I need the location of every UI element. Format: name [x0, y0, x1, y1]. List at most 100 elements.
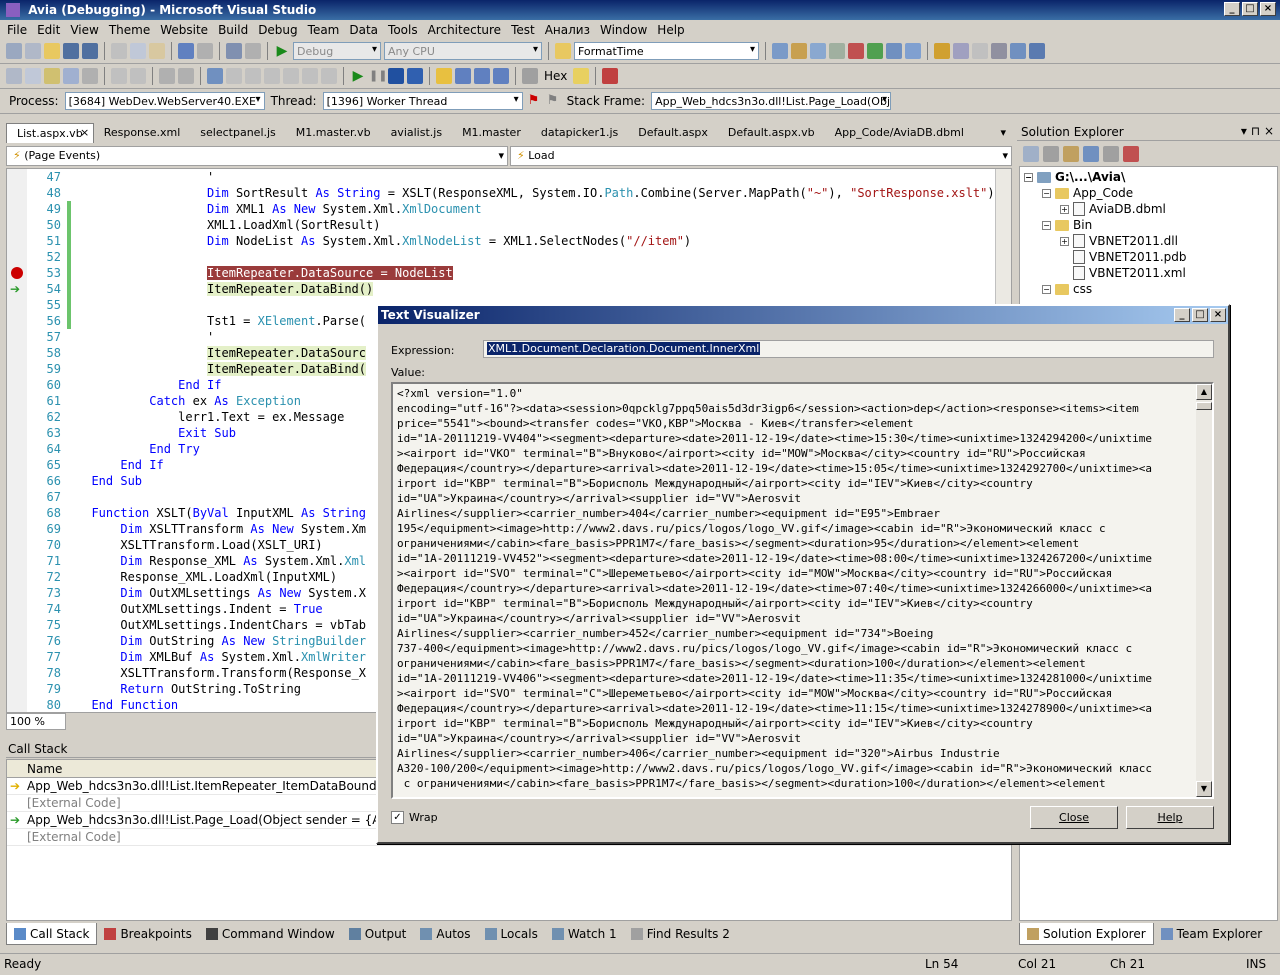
- tool-tab[interactable]: Breakpoints: [97, 923, 198, 945]
- undo-icon[interactable]: [178, 43, 194, 59]
- paste-icon[interactable]: [149, 43, 165, 59]
- menu-item-9[interactable]: Tools: [383, 20, 423, 39]
- close-pane-icon[interactable]: ▾ ⊓ ×: [1241, 124, 1274, 138]
- collapse-icon[interactable]: −: [1042, 220, 1051, 230]
- se-tab[interactable]: Solution Explorer: [1019, 923, 1154, 945]
- menu-item-3[interactable]: Theme: [104, 20, 155, 39]
- se-tab[interactable]: Team Explorer: [1154, 923, 1270, 945]
- solution-explorer-icon[interactable]: [791, 43, 807, 59]
- tree-node[interactable]: VBNET2011.pdb: [1020, 249, 1277, 265]
- tree-node[interactable]: − App_Code: [1020, 185, 1277, 201]
- pin-icon[interactable]: [972, 43, 988, 59]
- compare-icon[interactable]: [1010, 43, 1026, 59]
- stop-debugging-icon[interactable]: [388, 68, 404, 84]
- copy-website-icon[interactable]: [1103, 146, 1119, 162]
- class-dropdown[interactable]: ⚡ (Page Events): [6, 146, 508, 166]
- find-icon[interactable]: [555, 43, 571, 59]
- tool-tab[interactable]: Locals: [478, 923, 545, 945]
- platform-combo[interactable]: Any CPU: [384, 42, 542, 60]
- edit-icon[interactable]: [25, 68, 41, 84]
- value-textarea[interactable]: <?xml version="1.0" encoding="utf-16"?><d…: [391, 382, 1214, 799]
- tool-tab[interactable]: Watch 1: [545, 923, 624, 945]
- prev-bookmark-icon[interactable]: [226, 68, 242, 84]
- expand-icon[interactable]: +: [1060, 236, 1069, 246]
- scroll-down-icon[interactable]: ▼: [1196, 781, 1212, 797]
- close-window-button[interactable]: ×: [1260, 2, 1276, 16]
- expand-icon[interactable]: +: [1060, 204, 1069, 214]
- save-all-icon[interactable]: [82, 43, 98, 59]
- outdent-icon[interactable]: [111, 68, 127, 84]
- menu-item-5[interactable]: Build: [213, 20, 253, 39]
- doc-tab[interactable]: datapicker1.js: [531, 123, 628, 143]
- navigate-backward-icon[interactable]: [226, 43, 242, 59]
- solution-config-combo[interactable]: Debug: [293, 42, 381, 60]
- redo-icon[interactable]: [197, 43, 213, 59]
- indicator-margin[interactable]: ➔: [7, 169, 27, 712]
- asp-config-icon[interactable]: [1123, 146, 1139, 162]
- tree-node[interactable]: + AviaDB.dbml: [1020, 201, 1277, 217]
- prev-bookmark-folder-icon[interactable]: [264, 68, 280, 84]
- indent-icon[interactable]: [130, 68, 146, 84]
- scroll-thumb[interactable]: [1196, 402, 1212, 410]
- clear-bookmarks-icon[interactable]: [302, 68, 318, 84]
- menu-item-13[interactable]: Window: [595, 20, 652, 39]
- menu-item-11[interactable]: Test: [506, 20, 540, 39]
- menu-item-6[interactable]: Debug: [253, 20, 302, 39]
- doc-tab[interactable]: selectpanel.js: [190, 123, 286, 143]
- close-button[interactable]: Close: [1030, 806, 1118, 829]
- step-out-icon[interactable]: [493, 68, 509, 84]
- menu-item-10[interactable]: Architecture: [423, 20, 506, 39]
- next-bookmark-icon[interactable]: [245, 68, 261, 84]
- find-in-files-icon[interactable]: [772, 43, 788, 59]
- tree-node[interactable]: + VBNET2011.dll: [1020, 233, 1277, 249]
- thread-combo[interactable]: [1396] Worker Thread: [322, 92, 523, 110]
- doc-tab[interactable]: Default.aspx.vb: [718, 123, 825, 143]
- collapse-icon[interactable]: −: [1042, 188, 1051, 198]
- tool-tab[interactable]: Autos: [413, 923, 477, 945]
- immediate-window-icon[interactable]: [905, 43, 921, 59]
- tool-tab[interactable]: Find Results 2: [624, 923, 737, 945]
- doc-tab[interactable]: M1.master: [452, 123, 531, 143]
- step-over-icon[interactable]: [474, 68, 490, 84]
- comment-icon[interactable]: [159, 68, 175, 84]
- dialog-maximize-button[interactable]: □: [1192, 308, 1208, 322]
- tool-tab[interactable]: Call Stack: [6, 923, 98, 945]
- maximize-button[interactable]: □: [1242, 2, 1258, 16]
- menu-item-2[interactable]: View: [65, 20, 103, 39]
- new-project-icon[interactable]: [6, 43, 22, 59]
- library-icon[interactable]: [934, 43, 950, 59]
- collapse-icon[interactable]: −: [1042, 284, 1051, 294]
- member-dropdown[interactable]: ⚡ Load: [510, 146, 1012, 166]
- breakpoints-window-icon[interactable]: [602, 68, 619, 84]
- tool-tab[interactable]: Output: [342, 923, 414, 945]
- stack-frame-combo[interactable]: App_Web_hdcs3n3o.dll!List.Page_Load(Obje…: [651, 92, 892, 110]
- process-combo[interactable]: [3684] WebDev.WebServer40.EXE: [64, 92, 265, 110]
- break-all-icon[interactable]: ❚❚: [369, 68, 387, 84]
- wrap-check-icon[interactable]: ✓: [391, 811, 404, 824]
- wand-icon[interactable]: [44, 68, 60, 84]
- breakpoint-icon[interactable]: [11, 267, 23, 279]
- help-button[interactable]: Help: [1126, 806, 1214, 829]
- menu-item-1[interactable]: Edit: [32, 20, 65, 39]
- font-icon[interactable]: [63, 68, 79, 84]
- tab-list-icon[interactable]: ▾: [1000, 126, 1006, 139]
- open-file-icon[interactable]: [44, 43, 60, 59]
- uncomment-icon[interactable]: [178, 68, 194, 84]
- tree-node[interactable]: − Bin: [1020, 217, 1277, 233]
- flag-threads-icon[interactable]: ⚑: [545, 93, 561, 109]
- sync-icon[interactable]: [1029, 43, 1045, 59]
- code-line[interactable]: 51 Dim NodeList As System.Xml.XmlNodeLis…: [27, 233, 997, 249]
- menu-item-8[interactable]: Data: [344, 20, 383, 39]
- object-browser-icon[interactable]: [829, 43, 845, 59]
- dialog-close-icon[interactable]: ×: [1210, 308, 1226, 322]
- continue-icon[interactable]: ▶: [274, 43, 290, 59]
- add-item-icon[interactable]: [25, 43, 41, 59]
- menu-item-0[interactable]: File: [2, 20, 32, 39]
- doc-tab[interactable]: Default.aspx: [628, 123, 718, 143]
- properties-icon[interactable]: [810, 43, 826, 59]
- menu-item-7[interactable]: Team: [303, 20, 345, 39]
- code-line[interactable]: 53 ItemRepeater.DataSource = NodeList: [27, 265, 997, 281]
- menu-item-12[interactable]: Анализ: [540, 20, 595, 39]
- bookmark-icon[interactable]: [207, 68, 223, 84]
- flag-icon[interactable]: ⚑: [526, 93, 542, 109]
